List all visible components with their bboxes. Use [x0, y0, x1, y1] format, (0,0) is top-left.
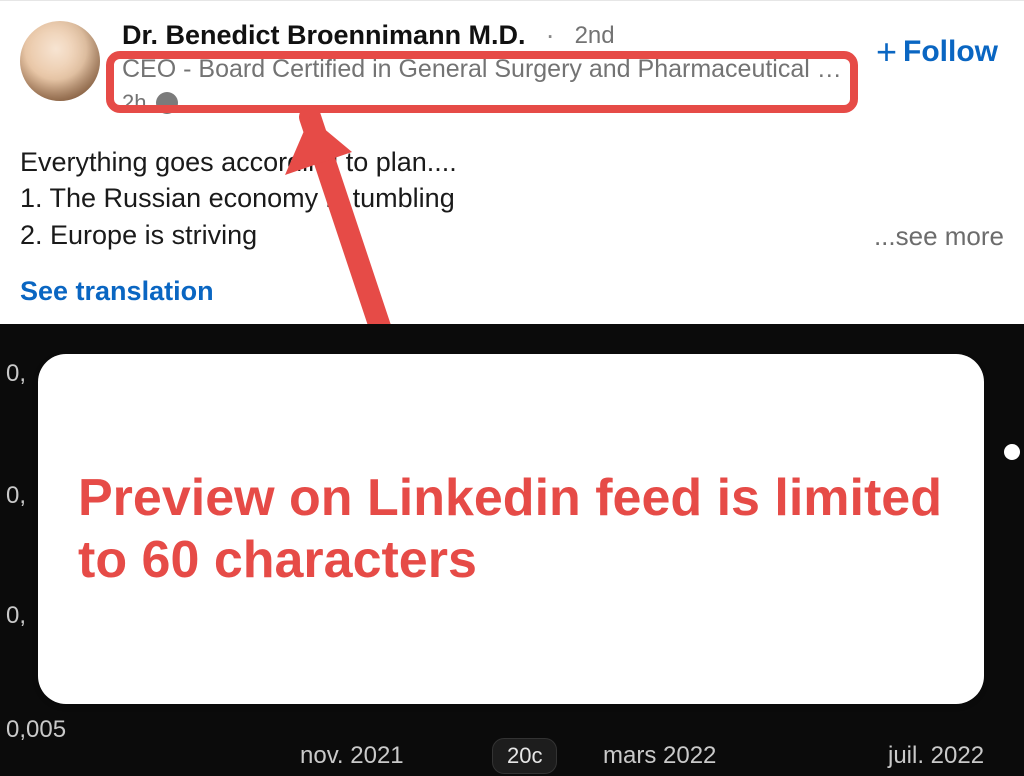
avatar[interactable] [20, 21, 100, 101]
y-axis-tick: 0, [6, 482, 26, 510]
chart-area: 0, 0, 0, 0,005 nov. 2021 mars 2022 juil.… [0, 324, 1024, 776]
x-axis-tick: juil. 2022 [888, 742, 984, 770]
see-more-button[interactable]: ...see more [874, 221, 1004, 252]
author-headline: CEO - Board Certified in General Surgery… [122, 55, 842, 84]
post-age: 2h [122, 90, 146, 116]
y-axis-tick: 0, [6, 602, 26, 630]
annotation-callout-text: Preview on Linkedin feed is limited to 6… [38, 467, 984, 592]
post-header: Dr. Benedict Broennimann M.D. · 2nd CEO … [20, 21, 1004, 116]
follow-label: Follow [903, 35, 998, 69]
x-axis-tick: nov. 2021 [300, 742, 404, 770]
see-translation-link[interactable]: See translation [20, 276, 1004, 307]
author-name-line: Dr. Benedict Broennimann M.D. · 2nd [122, 21, 1004, 51]
globe-icon [156, 92, 178, 114]
author-name[interactable]: Dr. Benedict Broennimann M.D. [122, 21, 526, 51]
post-body-line: 1. The Russian economy is tumbling [20, 180, 1004, 216]
separator-dot: · [546, 21, 555, 51]
x-axis-tick: mars 2022 [603, 742, 716, 770]
plus-icon: + [876, 38, 897, 67]
annotation-callout-card: Preview on Linkedin feed is limited to 6… [38, 354, 984, 704]
post-meta: 2h [122, 90, 1004, 116]
connection-degree: 2nd [575, 23, 615, 49]
chart-cursor-bubble: 20c [492, 738, 557, 774]
y-axis-tick: 0, [6, 360, 26, 388]
y-axis-tick: 0,005 [6, 716, 66, 744]
follow-button[interactable]: + Follow [876, 35, 998, 69]
chart-crosshair-dot-icon [1004, 444, 1020, 460]
author-block: Dr. Benedict Broennimann M.D. · 2nd CEO … [122, 21, 1004, 116]
post-card: Dr. Benedict Broennimann M.D. · 2nd CEO … [0, 0, 1024, 307]
post-body-line: Everything goes according to plan.... [20, 144, 1004, 180]
